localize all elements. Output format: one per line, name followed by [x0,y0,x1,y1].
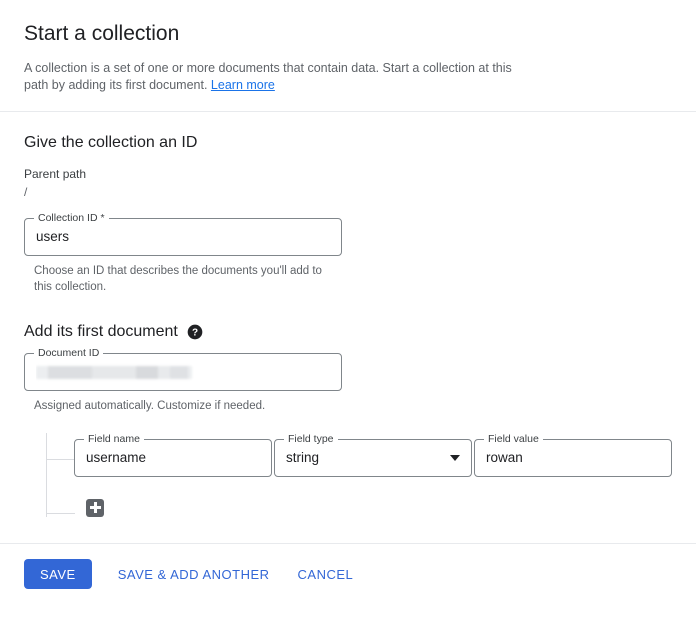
page-title: Start a collection [24,22,180,45]
dialog-header: Start a collection A collection is a set… [0,0,696,93]
document-id-redacted-value [36,365,192,379]
parent-path-label: Parent path [24,167,87,181]
field-value-value: rowan [486,449,523,465]
dialog-footer: SAVE SAVE & ADD ANOTHER CANCEL [0,544,696,604]
tree-branch-add [46,512,75,514]
save-and-add-another-button[interactable]: SAVE & ADD ANOTHER [106,559,282,589]
tree-branch-field [46,458,75,460]
field-type-select[interactable]: Field type string [274,432,472,477]
save-button[interactable]: SAVE [24,559,92,589]
field-name-input[interactable]: Field name username [74,432,272,477]
add-field-button[interactable] [86,498,104,517]
collection-id-value: users [36,229,70,244]
field-row: Field name username Field type string Fi… [74,432,672,477]
cancel-button[interactable]: CANCEL [286,559,366,589]
field-value-input[interactable]: Field value rowan [474,432,672,477]
learn-more-link[interactable]: Learn more [211,78,275,92]
svg-text:?: ? [192,328,198,339]
plus-icon-vertical [93,502,97,513]
document-id-helper-text: Assigned automatically. Customize if nee… [34,400,266,412]
tree-vertical-line [46,432,47,517]
dialog-body: Give the collection an ID Parent path / … [0,112,696,531]
document-id-input[interactable]: Document ID [24,347,342,391]
collection-section-title: Give the collection an ID [24,134,198,151]
collection-id-helper-text: Choose an ID that describes the document… [34,265,322,293]
dialog-description: A collection is a set of one or more doc… [24,60,534,93]
document-section-title: Add its first document ? [24,321,672,343]
start-collection-dialog: Start a collection A collection is a set… [0,0,696,632]
document-id-value [36,354,313,390]
collection-id-input[interactable]: Collection ID * users [24,212,342,256]
field-type-value: string [286,449,320,465]
document-fields-area: Field name username Field type string Fi… [24,431,672,531]
parent-path-value: / [24,185,28,199]
document-section-title-text: Add its first document [24,323,178,340]
chevron-down-icon[interactable] [450,454,460,461]
field-name-value: username [86,449,147,465]
field-tree-connector [46,432,76,517]
help-icon[interactable]: ? [187,324,203,340]
